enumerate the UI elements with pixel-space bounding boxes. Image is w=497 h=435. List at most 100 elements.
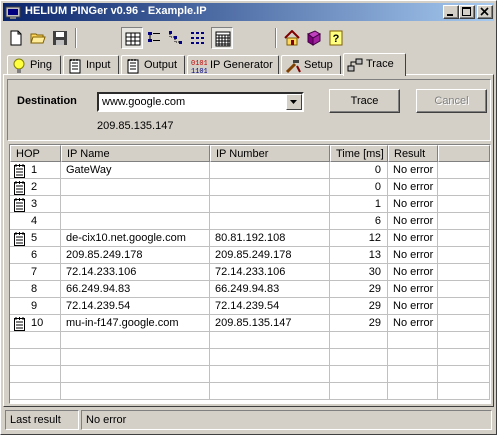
tab-input[interactable]: Input [63, 55, 119, 75]
table-row[interactable]: 10 mu-in-f147.google.com 209.85.135.147 29 N… [10, 315, 490, 332]
filler-cell [438, 298, 490, 315]
hop-number: 6 [31, 249, 38, 261]
list-view-button[interactable] [143, 27, 165, 49]
details-view-icon [191, 32, 204, 44]
filler-cell [438, 247, 490, 264]
table-header: HOP IP Name IP Number Time [ms] Result [10, 145, 490, 162]
table-row[interactable]: 2 0 No error [10, 179, 490, 196]
home-icon [284, 30, 300, 46]
list-view-icon [148, 32, 160, 42]
ip-cell: 209.85.135.147 [210, 315, 330, 332]
name-cell: 66.249.94.83 [61, 281, 210, 298]
tab-output[interactable]: Output [121, 55, 185, 75]
resolved-ip: 209.85.135.147 [97, 120, 174, 132]
cancel-button[interactable]: Cancel [416, 89, 487, 113]
columns-view-icon [215, 31, 231, 47]
hop-number: 5 [31, 232, 38, 244]
destination-dropdown-button[interactable] [286, 94, 302, 110]
save-button[interactable] [49, 27, 71, 49]
grid-view-button[interactable] [121, 27, 143, 49]
name-cell: 72.14.239.54 [61, 298, 210, 315]
details-view-button[interactable] [187, 27, 209, 49]
time-cell [330, 383, 388, 400]
tab-ping[interactable]: Ping [7, 55, 61, 75]
column-header-ip-name[interactable]: IP Name [61, 145, 210, 162]
hop-number: 1 [31, 164, 38, 176]
open-button[interactable] [27, 27, 49, 49]
result-cell: No error [388, 315, 438, 332]
table-row[interactable]: 5 de-cix10.net.google.com 80.81.192.108 12 N… [10, 230, 490, 247]
name-cell: GateWay [61, 162, 210, 179]
filler-cell [438, 162, 490, 179]
tab-label: Setup [304, 59, 333, 71]
home-button[interactable] [281, 27, 303, 49]
columns-view-button[interactable] [211, 27, 233, 49]
table-row[interactable]: 4 6 No error [10, 213, 490, 230]
notepad-icon [14, 232, 25, 246]
open-icon [30, 33, 46, 44]
maximize-button[interactable] [459, 5, 475, 19]
time-cell: 29 [330, 315, 388, 332]
time-cell [330, 349, 388, 366]
hop-cell: 4 [10, 213, 61, 230]
new-button[interactable] [5, 27, 27, 49]
binary-icon: 01011101 [191, 60, 207, 74]
filler-cell [438, 213, 490, 230]
minimize-button[interactable] [443, 5, 459, 19]
empty-table-row [10, 366, 490, 383]
result-cell [388, 332, 438, 349]
tree-view-button[interactable] [165, 27, 187, 49]
filler-cell [438, 366, 490, 383]
name-cell: mu-in-f147.google.com [61, 315, 210, 332]
column-header-hop[interactable]: HOP [10, 145, 61, 162]
tab-label: Input [86, 59, 111, 71]
time-cell [330, 366, 388, 383]
table-row[interactable]: 3 1 No error [10, 196, 490, 213]
tab-label: Output [144, 59, 178, 71]
table-row[interactable]: 8 66.249.94.83 66.249.94.83 29 No error [10, 281, 490, 298]
title-bar[interactable]: HELIUM PINGer v0.96 - Example.IP [3, 3, 494, 21]
result-cell: No error [388, 213, 438, 230]
name-cell: 209.85.249.178 [61, 247, 210, 264]
name-cell [61, 366, 210, 383]
hop-cell [10, 349, 61, 366]
tab-label: Ping [30, 59, 53, 71]
grid-view-icon [125, 32, 141, 46]
table-row[interactable]: 9 72.14.239.54 72.14.239.54 29 No error [10, 298, 490, 315]
close-button[interactable] [477, 5, 493, 19]
ip-cell: 72.14.233.106 [210, 264, 330, 281]
result-cell: No error [388, 264, 438, 281]
column-header-filler [438, 145, 490, 162]
table-row[interactable]: 1 GateWay 0 No error [10, 162, 490, 179]
notepad-icon [69, 59, 81, 74]
time-cell: 30 [330, 264, 388, 281]
table-row[interactable]: 7 72.14.233.106 72.14.233.106 30 No error [10, 264, 490, 281]
trace-table[interactable]: HOP IP Name IP Number Time [ms] Result 1… [9, 144, 491, 404]
column-header-ip-number[interactable]: IP Number [210, 145, 330, 162]
help-button[interactable]: ? [325, 27, 347, 49]
tab-ip-generator[interactable]: 0101 1101 IP Generator [187, 55, 279, 75]
tab-setup[interactable]: Setup [281, 55, 341, 75]
destination-combobox[interactable]: www.google.com [97, 92, 304, 112]
ip-cell [210, 332, 330, 349]
filler-cell [438, 315, 490, 332]
empty-table-row [10, 349, 490, 366]
column-header-result[interactable]: Result [388, 145, 438, 162]
book-button[interactable] [303, 27, 325, 49]
hop-cell: 7 [10, 264, 61, 281]
save-icon [53, 31, 67, 45]
ip-cell: 72.14.239.54 [210, 298, 330, 315]
hop-number: 4 [31, 215, 38, 227]
column-header-time[interactable]: Time [ms] [330, 145, 388, 162]
destination-value[interactable]: www.google.com [102, 96, 185, 108]
trace-button[interactable]: Trace [329, 89, 400, 113]
filler-cell [438, 383, 490, 400]
hop-number: 10 [31, 317, 44, 329]
time-cell: 0 [330, 179, 388, 196]
tab-trace[interactable]: Trace [343, 53, 406, 76]
toolbar-separator [275, 28, 277, 48]
svg-text:0101: 0101 [191, 60, 207, 68]
notepad-icon [14, 198, 25, 212]
ip-cell [210, 196, 330, 213]
table-row[interactable]: 6 209.85.249.178 209.85.249.178 13 No error [10, 247, 490, 264]
